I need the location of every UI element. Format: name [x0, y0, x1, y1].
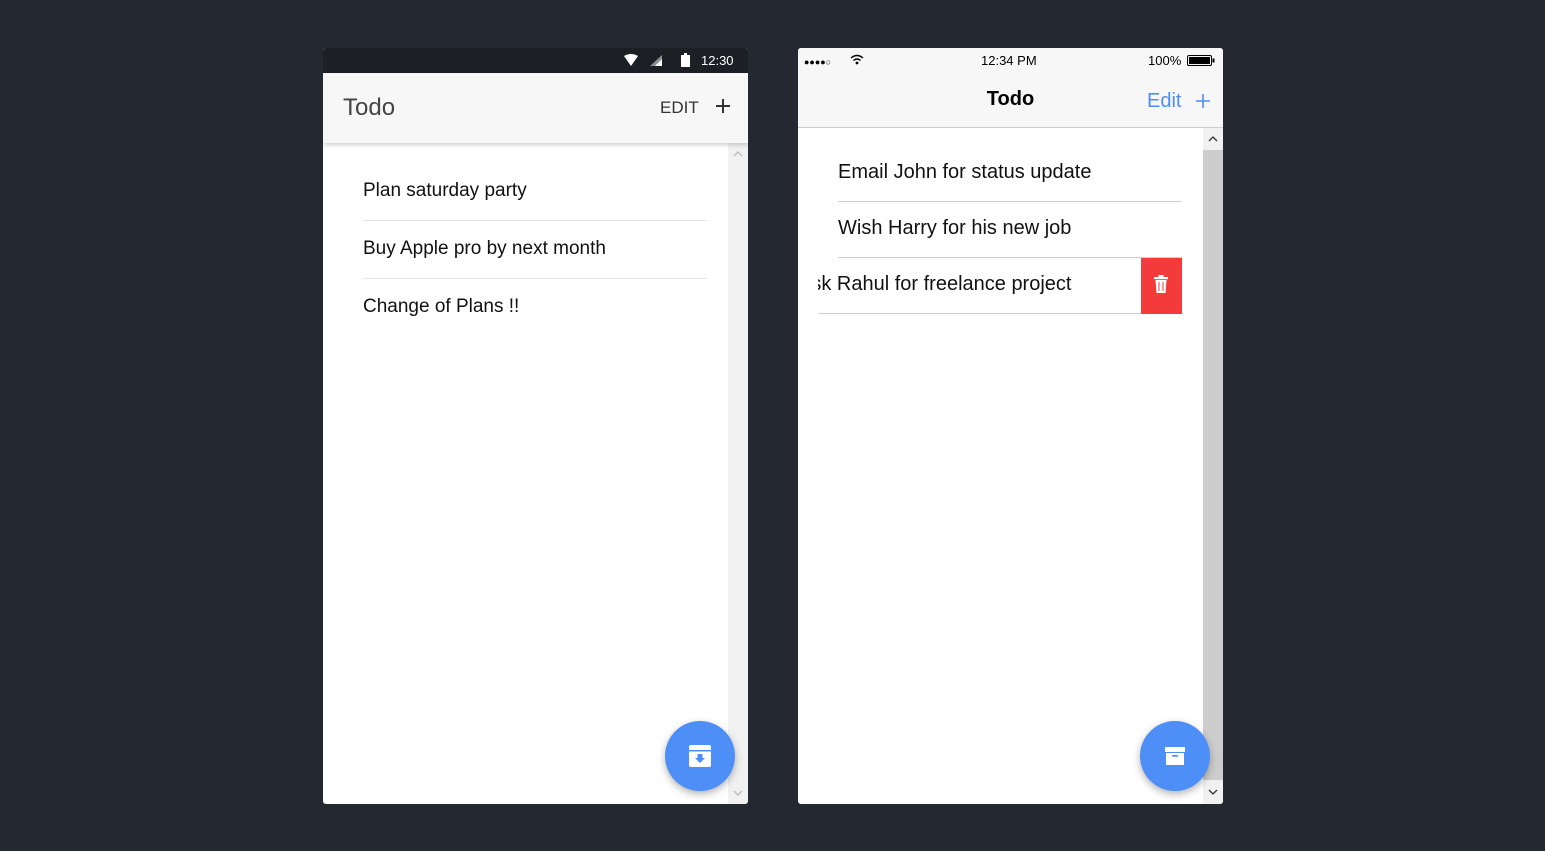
todo-list: Email John for status update Wish Harry … — [798, 146, 1203, 314]
archive-fab-button[interactable] — [1140, 721, 1210, 791]
signal-dots: ●●●●○ — [804, 57, 832, 67]
page-title: Todo — [343, 94, 396, 121]
android-scrollbar[interactable] — [728, 143, 748, 804]
add-icon[interactable] — [715, 98, 731, 114]
scroll-up-icon[interactable] — [733, 151, 743, 157]
todo-item[interactable]: Email John for status update — [798, 146, 1203, 202]
todo-item-swiped[interactable]: Ask Rahul for freelance project — [798, 258, 1203, 314]
cellular-signal-icon — [650, 55, 662, 66]
scrollbar-thumb[interactable] — [1203, 150, 1223, 780]
delete-button[interactable] — [1141, 258, 1182, 314]
edit-button[interactable]: EDIT — [660, 98, 699, 118]
ios-scrollbar[interactable] — [1203, 128, 1223, 804]
battery-icon — [1187, 55, 1215, 66]
trash-icon — [1154, 275, 1168, 293]
scroll-down-icon[interactable] — [1208, 789, 1218, 795]
divider — [818, 313, 1182, 314]
todo-item-label: Email John for status update — [838, 161, 1092, 183]
status-time: 12:34 PM — [981, 53, 1037, 68]
swiped-content: Ask Rahul for freelance project — [818, 258, 1141, 314]
todo-item[interactable]: Buy Apple pro by next month — [363, 221, 707, 279]
archive-download-icon — [689, 745, 711, 767]
battery-percent: 100% — [1148, 53, 1182, 68]
android-phone: 12:30 Todo EDIT Plan saturday party Buy … — [323, 48, 748, 804]
status-time: 12:30 — [701, 53, 734, 68]
ios-status-bar: ●●●●○ 12:34 PM 100% — [798, 48, 1223, 73]
todo-item[interactable]: Change of Plans !! — [363, 279, 707, 337]
android-status-bar: 12:30 — [323, 48, 748, 73]
archive-box-icon — [1165, 747, 1185, 765]
android-toolbar: Todo EDIT — [323, 73, 748, 143]
archive-fab-button[interactable] — [665, 721, 735, 791]
todo-list: Plan saturday party Buy Apple pro by nex… — [363, 163, 707, 337]
wifi-icon — [850, 54, 864, 65]
scroll-down-icon[interactable] — [733, 790, 743, 796]
todo-item[interactable]: Plan saturday party — [363, 163, 707, 221]
todo-item[interactable]: Wish Harry for his new job — [798, 202, 1203, 258]
ios-phone: ●●●●○ 12:34 PM 100% Todo Edit Email John… — [798, 48, 1223, 804]
todo-item-label: Ask Rahul for freelance project — [818, 273, 1072, 295]
ios-nav-bar: Todo Edit — [798, 73, 1223, 128]
wifi-icon — [624, 54, 638, 66]
battery-icon — [681, 53, 690, 67]
edit-button[interactable]: Edit — [1147, 90, 1181, 113]
todo-item-label: Wish Harry for his new job — [838, 217, 1072, 239]
add-icon[interactable] — [1196, 94, 1210, 108]
scroll-up-icon[interactable] — [1208, 136, 1218, 142]
